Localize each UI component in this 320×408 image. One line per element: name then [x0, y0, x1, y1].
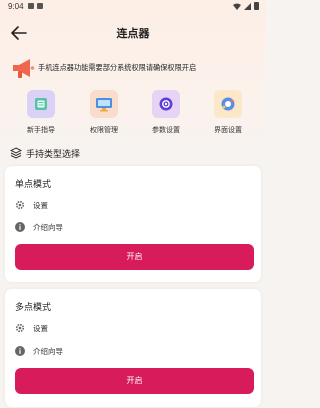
system-icons: [233, 2, 259, 10]
guide-option[interactable]: 介绍向导: [15, 220, 63, 234]
signal-icon: [244, 2, 251, 10]
info-icon: [15, 346, 25, 356]
info-icon: [15, 222, 25, 232]
image-notification-icon: [28, 3, 34, 9]
battery-icon: [254, 2, 259, 10]
layers-icon: [10, 147, 22, 159]
back-arrow-icon[interactable]: [10, 24, 28, 42]
gear-icon: [15, 323, 25, 333]
notice-text: 手机连点器功能需要部分系统权限请确保权限开启: [38, 63, 197, 72]
guide-label: 介绍向导: [33, 346, 63, 356]
guide-option[interactable]: 介绍向导: [15, 344, 63, 358]
quick-action-label: 参数设置: [152, 126, 180, 134]
wifi-icon: [233, 3, 241, 10]
status-time: 9:04: [8, 2, 24, 11]
page-title: 连点器: [116, 27, 150, 40]
section-title: 手持类型选择: [26, 149, 81, 160]
quick-action-label: 新手指导: [27, 126, 55, 134]
notification-icons: [28, 3, 43, 9]
download-notification-icon: [37, 3, 43, 9]
quick-actions: 新手指导 权限管理 参数设置 界面设置: [0, 88, 266, 138]
single-point-mode-card: 单点模式 设置 介绍向导 开启: [5, 166, 261, 282]
settings-label: 设置: [33, 323, 48, 333]
quick-action-label: 界面设置: [214, 126, 242, 134]
settings-label: 设置: [33, 200, 48, 210]
settings-option[interactable]: 设置: [15, 321, 48, 335]
settings-option[interactable]: 设置: [15, 198, 48, 212]
quick-action-beginner-guide[interactable]: 新手指导: [13, 88, 69, 138]
settings-gear-icon: [152, 90, 180, 118]
start-button[interactable]: 开启: [15, 368, 254, 394]
app-bar: 连点器: [0, 20, 266, 46]
guide-book-icon: [27, 90, 55, 118]
guide-label: 介绍向导: [33, 222, 63, 232]
section-header: 手持类型选择: [10, 146, 80, 160]
quick-action-parameters[interactable]: 参数设置: [138, 88, 194, 138]
quick-action-interface[interactable]: 界面设置: [200, 88, 256, 138]
multi-point-mode-card: 多点模式 设置 介绍向导 开启: [5, 289, 261, 407]
permission-monitor-icon: [90, 90, 118, 118]
card-title: 多点模式: [15, 303, 52, 313]
megaphone-icon: [13, 59, 35, 78]
card-title: 单点模式: [15, 180, 52, 190]
status-bar: 9:04: [0, 0, 266, 14]
gear-icon: [15, 200, 25, 210]
quick-action-label: 权限管理: [90, 126, 118, 134]
interface-palette-icon: [214, 90, 242, 118]
start-button[interactable]: 开启: [15, 244, 254, 270]
permission-notice: 手机连点器功能需要部分系统权限请确保权限开启: [10, 56, 260, 82]
quick-action-permissions[interactable]: 权限管理: [76, 88, 132, 138]
